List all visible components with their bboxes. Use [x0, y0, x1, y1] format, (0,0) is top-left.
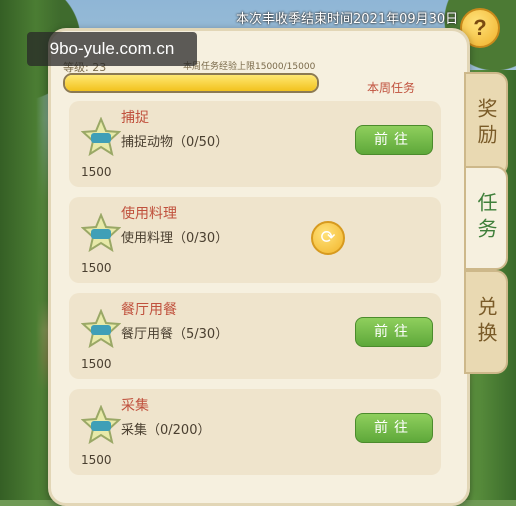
- task-progress: 捕捉动物（0/50）: [121, 135, 229, 150]
- season-end-text: 本次丰收季结束时间2021年09月30日: [236, 12, 459, 27]
- exp-star-badge-icon: [81, 213, 121, 253]
- task-reward: 1500: [81, 165, 112, 179]
- tab-rewards[interactable]: 奖励: [464, 72, 508, 176]
- task-title: 使用料理: [121, 206, 177, 222]
- question-icon: ?: [473, 15, 487, 40]
- task-progress: 采集（0/200）: [121, 423, 211, 438]
- exp-progress-bar: [63, 73, 319, 93]
- task-card: 餐厅用餐 餐厅用餐（5/30） 1500 前往: [69, 293, 441, 379]
- exp-cap-text: 本周任务经验上限15000/15000: [183, 62, 316, 72]
- task-progress: 使用料理（0/30）: [121, 231, 229, 246]
- task-reward: 1500: [81, 261, 112, 275]
- exp-star-badge-icon: [81, 117, 121, 157]
- tab-tasks[interactable]: 任务: [464, 166, 508, 270]
- go-button[interactable]: 前往: [355, 413, 433, 443]
- weekly-tasks-label: 本周任务: [367, 81, 416, 95]
- task-progress: 餐厅用餐（5/30）: [121, 327, 229, 342]
- task-reward: 1500: [81, 357, 112, 371]
- tab-exchange[interactable]: 兑换: [464, 270, 508, 374]
- go-button[interactable]: 前往: [355, 317, 433, 347]
- task-card: 捕捉 捕捉动物（0/50） 1500 前往: [69, 101, 441, 187]
- exp-star-badge-icon: [81, 405, 121, 445]
- task-card: 采集 采集（0/200） 1500 前往: [69, 389, 441, 475]
- task-title: 捕捉: [121, 110, 149, 126]
- task-title: 采集: [121, 398, 149, 414]
- task-panel: 等级: 23 本周任务经验上限15000/15000 本周任务 捕捉 捕捉动物（…: [48, 28, 470, 506]
- task-reward: 1500: [81, 453, 112, 467]
- task-title: 餐厅用餐: [121, 302, 177, 318]
- task-card: 使用料理 使用料理（0/30） 1500 ⟳: [69, 197, 441, 283]
- watermark: 9bo-yule.com.cn: [27, 32, 197, 66]
- go-button[interactable]: 前往: [355, 125, 433, 155]
- exp-star-badge-icon: [81, 309, 121, 349]
- exp-progress-fill: [65, 75, 317, 91]
- refresh-icon[interactable]: ⟳: [311, 221, 345, 255]
